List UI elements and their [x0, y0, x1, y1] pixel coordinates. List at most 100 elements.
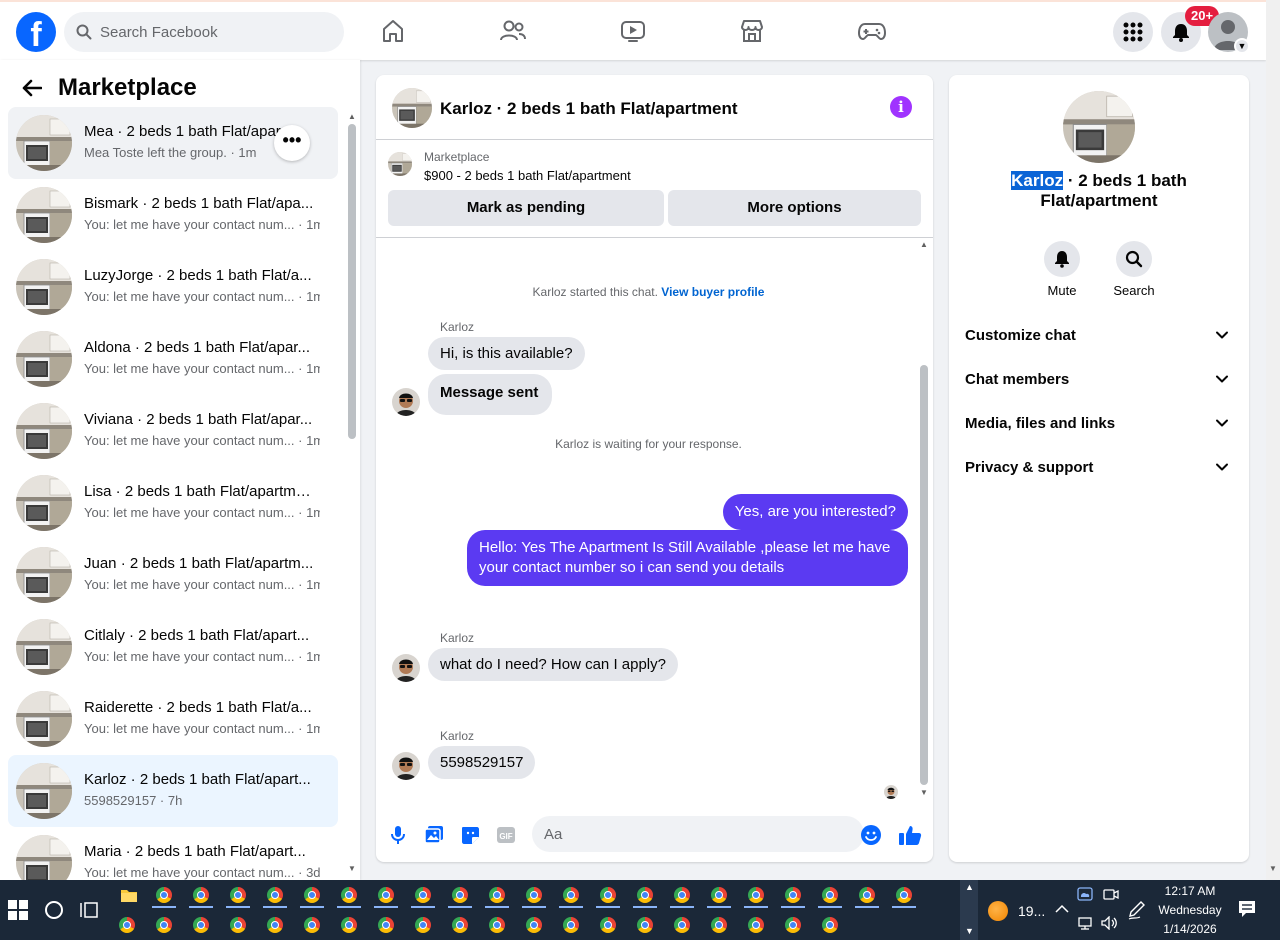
browser-taskbar-icon[interactable] [378, 887, 394, 903]
browser-taskbar-icon[interactable] [748, 887, 764, 903]
section-privacy-support[interactable]: Privacy & support [957, 446, 1241, 490]
conversation-item[interactable]: Bismark · 2 beds 1 bath Flat/apa... You:… [8, 179, 338, 251]
home-icon[interactable] [378, 16, 408, 46]
browser-taskbar-icon[interactable] [156, 887, 172, 903]
browser-taskbar-icon[interactable] [304, 917, 320, 933]
browser-taskbar-icon[interactable] [193, 887, 209, 903]
scroll-up-arrow-icon[interactable]: ▲ [920, 240, 928, 249]
marketplace-icon[interactable] [737, 16, 767, 46]
browser-taskbar-icon[interactable] [489, 887, 505, 903]
browser-taskbar-icon[interactable] [267, 917, 283, 933]
browser-taskbar-icon[interactable] [230, 887, 246, 903]
notification-center-icon[interactable] [1238, 900, 1256, 918]
microphone-icon[interactable] [386, 823, 410, 847]
bell-icon[interactable] [1044, 241, 1080, 277]
scrollbar-thumb[interactable] [920, 365, 928, 785]
more-options-button[interactable]: ••• [274, 125, 310, 161]
section-chat-members[interactable]: Chat members [957, 358, 1241, 402]
chevron-up-icon[interactable] [1055, 904, 1069, 914]
chat-title[interactable]: Karloz · 2 beds 1 bath Flat/apartment [440, 99, 738, 119]
photo-icon[interactable] [422, 823, 446, 847]
pen-icon[interactable] [1128, 900, 1146, 920]
browser-taskbar-icon[interactable] [859, 887, 875, 903]
browser-taskbar-icon[interactable] [452, 887, 468, 903]
scroll-down-arrow-icon[interactable]: ▼ [1269, 864, 1277, 873]
emoji-icon[interactable] [859, 823, 883, 847]
network-icon[interactable] [1077, 916, 1093, 930]
browser-taskbar-icon[interactable] [415, 917, 431, 933]
task-view-icon[interactable] [80, 901, 98, 919]
incoming-message[interactable]: Message sent [428, 374, 553, 415]
conversation-item[interactable]: Citlaly · 2 beds 1 bath Flat/apart... Yo… [8, 611, 338, 683]
facebook-logo[interactable]: f [16, 12, 56, 52]
highlighted-name[interactable]: Karloz [1011, 171, 1064, 190]
browser-taskbar-icon[interactable] [674, 917, 690, 933]
sender-avatar[interactable] [392, 752, 420, 780]
browser-taskbar-icon[interactable] [193, 917, 209, 933]
more-options-button[interactable]: More options [668, 190, 921, 226]
browser-taskbar-icon[interactable] [748, 917, 764, 933]
sender-avatar[interactable] [392, 654, 420, 682]
sidebar-scrollbar[interactable]: ▲ ▼ [347, 112, 357, 880]
onedrive-icon[interactable] [1077, 887, 1093, 901]
browser-taskbar-icon[interactable] [600, 917, 616, 933]
browser-taskbar-icon[interactable] [341, 887, 357, 903]
scrollbar-thumb[interactable] [348, 124, 356, 439]
taskbar-search-icon[interactable] [45, 901, 63, 919]
browser-taskbar-icon[interactable] [822, 887, 838, 903]
scroll-up-arrow-icon[interactable]: ▲ [965, 882, 974, 892]
browser-taskbar-icon[interactable] [600, 887, 616, 903]
mute-action[interactable]: Mute [1032, 241, 1092, 298]
file-explorer-icon[interactable] [120, 887, 138, 903]
search-input[interactable] [100, 12, 336, 52]
taskbar-scroll[interactable]: ▲ ▼ [960, 880, 978, 940]
browser-taskbar-icon[interactable] [267, 887, 283, 903]
conversation-item[interactable]: Mea · 2 beds 1 bath Flat/apar... Mea Tos… [8, 107, 338, 179]
scroll-down-arrow-icon[interactable]: ▼ [920, 788, 928, 797]
conversation-item[interactable]: Lisa · 2 beds 1 bath Flat/apartme... You… [8, 467, 338, 539]
incoming-message[interactable]: Hi, is this available? [428, 337, 585, 370]
browser-taskbar-icon[interactable] [896, 887, 912, 903]
browser-taskbar-icon[interactable] [785, 887, 801, 903]
sticker-icon[interactable] [458, 823, 482, 847]
browser-taskbar-icon[interactable] [711, 917, 727, 933]
page-scrollbar[interactable]: ▼ [1266, 0, 1280, 880]
browser-taskbar-icon[interactable] [415, 887, 431, 903]
gif-icon[interactable]: GIF [494, 823, 518, 847]
section-customize-chat[interactable]: Customize chat [957, 314, 1241, 358]
browser-taskbar-icon[interactable] [822, 917, 838, 933]
conversation-item[interactable]: LuzyJorge · 2 beds 1 bath Flat/a... You:… [8, 251, 338, 323]
browser-taskbar-icon[interactable] [785, 917, 801, 933]
system-clock[interactable]: 12:17 AM Wednesday 1/14/2026 [1150, 882, 1230, 939]
chevron-down-icon[interactable]: ▼ [1234, 38, 1250, 54]
scroll-down-arrow-icon[interactable]: ▼ [348, 864, 356, 873]
outgoing-message[interactable]: Hello: Yes The Apartment Is Still Availa… [467, 530, 908, 586]
browser-taskbar-icon[interactable] [341, 917, 357, 933]
conversation-item[interactable]: Aldona · 2 beds 1 bath Flat/apar... You:… [8, 323, 338, 395]
search-bar[interactable] [64, 12, 344, 52]
browser-taskbar-icon[interactable] [563, 887, 579, 903]
browser-taskbar-icon[interactable] [637, 917, 653, 933]
browser-taskbar-icon[interactable] [563, 917, 579, 933]
conversation-item[interactable]: Raiderette · 2 beds 1 bath Flat/a... You… [8, 683, 338, 755]
browser-taskbar-icon[interactable] [230, 917, 246, 933]
conversation-item[interactable]: Maria · 2 beds 1 bath Flat/apart... You:… [8, 827, 338, 880]
back-arrow-icon[interactable] [20, 76, 44, 100]
menu-grid-button[interactable] [1113, 12, 1153, 52]
chat-avatar[interactable] [392, 88, 432, 128]
like-thumbs-up-icon[interactable] [898, 823, 922, 847]
video-icon[interactable] [618, 16, 648, 46]
scroll-up-arrow-icon[interactable]: ▲ [348, 112, 356, 121]
browser-taskbar-icon[interactable] [674, 887, 690, 903]
browser-taskbar-icon[interactable] [452, 917, 468, 933]
search-icon[interactable] [1116, 241, 1152, 277]
browser-taskbar-icon[interactable] [711, 887, 727, 903]
section-media-files-links[interactable]: Media, files and links [957, 402, 1241, 446]
scroll-down-arrow-icon[interactable]: ▼ [965, 926, 974, 936]
chat-scrollbar[interactable]: ▲ ▼ [918, 240, 930, 800]
outgoing-message[interactable]: Yes, are you interested? [722, 494, 908, 530]
friends-icon[interactable] [498, 16, 528, 46]
browser-taskbar-icon[interactable] [378, 917, 394, 933]
listing-price-title[interactable]: $900 - 2 beds 1 bath Flat/apartment [424, 168, 631, 183]
incoming-message[interactable]: what do I need? How can I apply? [428, 648, 678, 681]
